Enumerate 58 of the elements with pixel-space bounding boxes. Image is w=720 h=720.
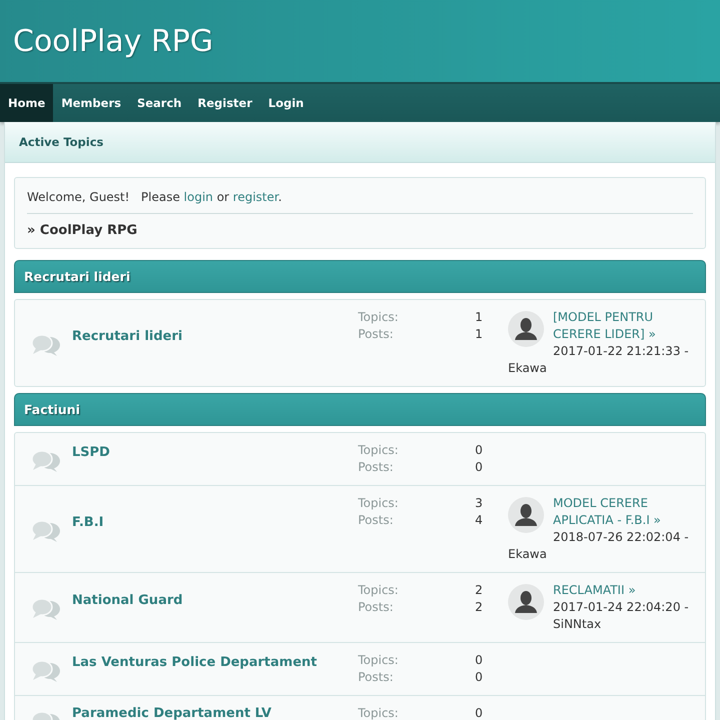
post-author: Ekawa [508,547,547,561]
user-avatar-icon [508,584,544,620]
posts-count: 1 [475,326,483,343]
speech-bubbles-icon [31,332,61,356]
topics-count: 0 [475,652,483,669]
topics-count: 0 [475,442,483,459]
login-link[interactable]: login [184,190,214,204]
speech-bubbles-icon [31,597,61,621]
topics-label: Topics: [358,582,400,599]
posts-count: 2 [475,599,483,616]
post-author: Ekawa [508,361,547,375]
welcome-message: Welcome, Guest! Please login or register. [27,178,693,214]
board-link[interactable]: National Guard [72,592,358,623]
topics-count: 0 [475,705,483,720]
posts-count: 0 [475,669,483,686]
active-topics-link[interactable]: Active Topics [19,135,104,149]
category-title: Recrutari lideri [24,269,130,284]
site-title: CoolPlay RPG [13,24,214,58]
post-date: 2018-07-26 22:02:04 - [553,530,689,544]
speech-bubbles-icon [31,518,61,542]
speech-bubbles-icon [31,448,61,472]
posts-label: Posts: [358,326,394,343]
posts-label: Posts: [358,459,394,476]
post-author: SiNNtax [553,617,602,631]
category-title: Factiuni [24,402,80,417]
topics-count: 2 [475,582,483,599]
nav-tab[interactable]: Register [190,84,260,122]
post-date: 2017-01-22 21:21:33 - [553,344,689,358]
posts-count: 0 [475,459,483,476]
nav-tab[interactable]: Home [0,84,54,122]
breadcrumb[interactable]: » CoolPlay RPG [27,214,693,248]
topics-label: Topics: [358,309,400,326]
speech-bubbles-icon [31,658,61,682]
topics-label: Topics: [358,652,400,669]
nav-tab[interactable]: Search [129,84,190,122]
register-link[interactable]: register [232,190,278,204]
topics-count: 1 [475,309,483,326]
topics-label: Topics: [358,442,400,459]
posts-label: Posts: [358,512,394,529]
topic-link[interactable]: MODEL CERERE APLICATIA - F.B.I » [553,495,696,529]
topics-count: 3 [475,495,483,512]
board-link[interactable]: Las Venturas Police Departament [72,654,358,684]
topic-link[interactable]: [MODEL PENTRU CERERE LIDER] » [553,309,696,343]
posts-label: Posts: [358,599,394,616]
board-link[interactable]: F.B.I [72,514,358,544]
nav-tab[interactable]: Members [53,84,130,122]
board-link[interactable]: LSPD [72,444,358,474]
posts-label: Posts: [358,669,394,686]
user-avatar-icon [508,311,544,347]
topics-label: Topics: [358,495,400,512]
user-avatar-icon [508,497,544,533]
board-link[interactable]: Recrutari lideri [72,328,358,358]
topics-label: Topics: [358,705,400,720]
post-date: 2017-01-24 22:04:20 - [553,600,689,614]
nav-tab[interactable]: Login [260,84,312,122]
posts-count: 4 [475,512,483,529]
topic-link[interactable]: RECLAMATII » [553,582,696,599]
board-link[interactable]: Paramedic Departament LV [72,705,358,720]
